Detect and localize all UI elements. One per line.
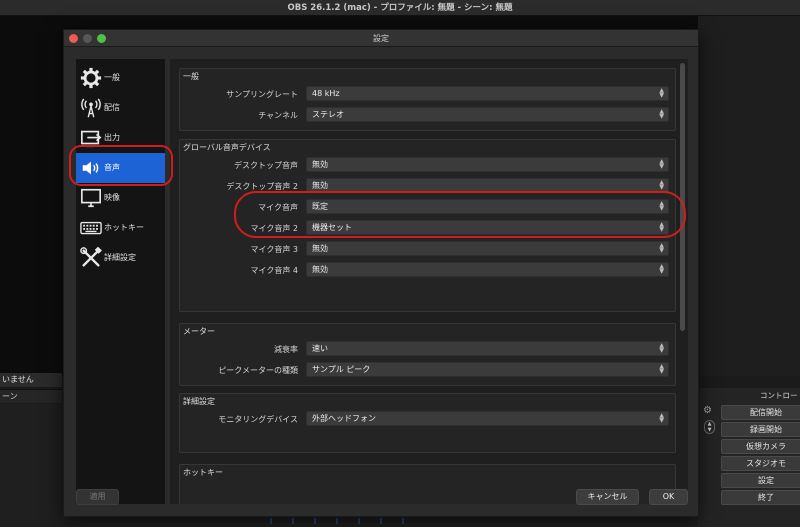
sidebar-item-general[interactable]: 一般 — [76, 63, 165, 93]
chevron-updown-icon: ▲ ▼ — [659, 179, 664, 191]
settings-dialog: 設定 一般 配信 出力 音声 映像 ホットキー 詳細設定 一般 サンプリングレー… — [63, 29, 699, 517]
settings-sidebar: 一般 配信 出力 音声 映像 ホットキー 詳細設定 — [76, 59, 165, 504]
select-value: 48 kHz — [312, 89, 340, 98]
select-value: 無効 — [312, 265, 328, 274]
row-label: デスクトップ音声 — [234, 161, 298, 170]
desktop-audio-2-select[interactable]: 無効 ▲ ▼ — [306, 178, 669, 193]
stepper-icon[interactable]: ▲ ▼ — [704, 420, 715, 434]
scenes-header: いません — [0, 373, 62, 387]
ok-button[interactable]: OK — [649, 489, 688, 505]
decay-rate-select[interactable]: 速い ▲ ▼ — [306, 341, 669, 356]
row-label: チャンネル — [258, 111, 298, 120]
select-value: 機器セット — [312, 223, 352, 232]
chevron-updown-icon: ▲ ▼ — [659, 342, 664, 354]
row-label: マイク音声 — [258, 203, 298, 212]
row-label: デスクトップ音声 2 — [226, 182, 298, 191]
group-audio-devices: グローバル音声デバイス デスクトップ音声 無効 ▲ ▼ デスクトップ音声 2 無効… — [179, 139, 676, 312]
group-meters: メーター 減衰率 速い ▲ ▼ ピークメーターの種類 サンプル ピーク ▲ ▼ — [179, 323, 676, 386]
select-value: 速い — [312, 344, 328, 353]
group-title: メーター — [183, 327, 215, 336]
dialog-titlebar: 設定 — [64, 30, 698, 47]
sample-rate-select[interactable]: 48 kHz ▲ ▼ — [306, 86, 669, 101]
gear-icon[interactable]: ⚙ — [703, 405, 712, 416]
row-label: サンプリングレート — [226, 90, 298, 99]
chevron-updown-icon: ▲ ▼ — [659, 412, 664, 424]
channels-select[interactable]: ステレオ ▲ ▼ — [306, 107, 669, 122]
settings-button[interactable]: 設定 — [721, 473, 800, 488]
mic-audio-4-select[interactable]: 無効 ▲ ▼ — [306, 262, 669, 277]
peak-meter-type-select[interactable]: サンプル ピーク ▲ ▼ — [306, 362, 669, 377]
select-value: ステレオ — [312, 110, 344, 119]
group-advanced: 詳細設定 モニタリングデバイス 外部ヘッドフォン ▲ ▼ — [179, 393, 676, 453]
chevron-updown-icon: ▲ ▼ — [659, 200, 664, 212]
chevron-updown-icon: ▲ ▼ — [659, 108, 664, 120]
group-title: 詳細設定 — [183, 397, 215, 406]
chevron-updown-icon: ▲ ▼ — [659, 263, 664, 275]
row-label: マイク音声 4 — [250, 266, 298, 275]
tools-icon — [80, 247, 102, 267]
cancel-button[interactable]: キャンセル — [576, 489, 639, 505]
select-value: サンプル ピーク — [312, 365, 371, 374]
start-recording-button[interactable]: 録画開始 — [721, 422, 800, 437]
chevron-updown-icon: ▲ ▼ — [659, 242, 664, 254]
sidebar-item-label: 映像 — [104, 193, 120, 202]
group-title: 一般 — [183, 72, 199, 81]
select-value: 既定 — [312, 202, 328, 211]
sidebar-item-stream[interactable]: 配信 — [76, 93, 165, 123]
desktop-audio-select[interactable]: 無効 ▲ ▼ — [306, 157, 669, 172]
start-streaming-button[interactable]: 配信開始 — [721, 405, 800, 420]
monitoring-device-select[interactable]: 外部ヘッドフォン ▲ ▼ — [306, 411, 669, 426]
studio-mode-button[interactable]: スタジオモ — [721, 456, 800, 471]
sidebar-item-advanced[interactable]: 詳細設定 — [76, 243, 165, 273]
row-label: モニタリングデバイス — [218, 415, 298, 424]
select-value: 無効 — [312, 160, 328, 169]
virtual-camera-button[interactable]: 仮想カメラ — [721, 439, 800, 454]
sidebar-item-label: 詳細設定 — [104, 253, 136, 262]
keyboard-icon — [80, 221, 102, 235]
sidebar-item-video[interactable]: 映像 — [76, 183, 165, 213]
preview-side-panel — [698, 16, 800, 376]
select-value: 外部ヘッドフォン — [312, 414, 376, 423]
chevron-updown-icon: ▲ ▼ — [659, 363, 664, 375]
chevron-updown-icon: ▲ ▼ — [659, 158, 664, 170]
gear-icon — [80, 67, 102, 89]
exit-button[interactable]: 終了 — [721, 490, 800, 505]
group-title: ホットキー — [183, 468, 223, 477]
select-value: 無効 — [312, 244, 328, 253]
sidebar-item-label: 音声 — [104, 163, 120, 172]
settings-content: 一般 サンプリングレート 48 kHz ▲ ▼ チャンネル ステレオ ▲ ▼ グロー… — [170, 59, 688, 504]
row-label: 減衰率 — [274, 345, 298, 354]
sidebar-item-audio[interactable]: 音声 — [76, 153, 165, 183]
sidebar-item-label: 配信 — [104, 103, 120, 112]
mic-audio-2-select[interactable]: 機器セット ▲ ▼ — [306, 220, 669, 235]
app-title: OBS 26.1.2 (mac) - プロファイル: 無題 - シーン: 無題 — [0, 0, 800, 16]
select-value: 無効 — [312, 181, 328, 190]
chevron-updown-icon: ▲ ▼ — [659, 221, 664, 233]
sidebar-item-label: 一般 — [104, 73, 120, 82]
row-label: ピークメーターの種類 — [218, 366, 298, 375]
mic-audio-select[interactable]: 既定 ▲ ▼ — [306, 199, 669, 214]
dialog-title: 設定 — [373, 34, 389, 43]
row-label: マイク音声 3 — [250, 245, 298, 254]
content-scrollbar[interactable] — [680, 63, 685, 331]
output-icon — [81, 130, 102, 148]
controls-title: コントロー — [760, 391, 798, 400]
sidebar-item-output[interactable]: 出力 — [76, 123, 165, 153]
broadcast-icon — [81, 98, 101, 118]
monitor-icon — [81, 188, 101, 208]
scenes-subheader: ーン — [0, 389, 62, 403]
row-label: マイク音声 2 — [250, 224, 298, 233]
speaker-icon — [82, 161, 99, 175]
chevron-updown-icon: ▲ ▼ — [659, 87, 664, 99]
audio-meter-strip — [270, 518, 420, 524]
group-title: グローバル音声デバイス — [183, 143, 271, 152]
sidebar-item-label: ホットキー — [104, 223, 144, 232]
mic-audio-3-select[interactable]: 無効 ▲ ▼ — [306, 241, 669, 256]
group-general: 一般 サンプリングレート 48 kHz ▲ ▼ チャンネル ステレオ ▲ ▼ — [179, 68, 676, 131]
sidebar-item-label: 出力 — [104, 133, 120, 142]
apply-button[interactable]: 適用 — [76, 489, 119, 505]
sidebar-item-hotkeys[interactable]: ホットキー — [76, 213, 165, 243]
